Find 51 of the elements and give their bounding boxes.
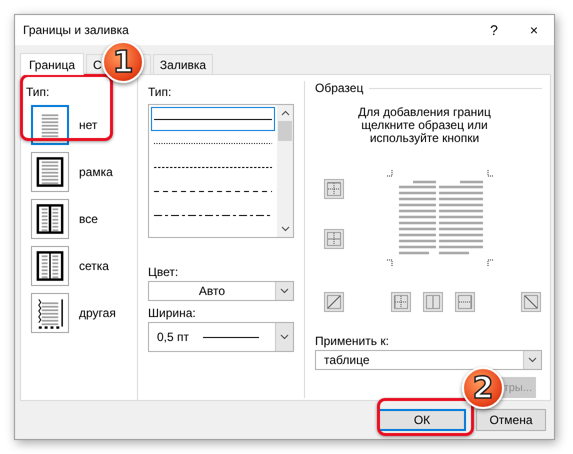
- right-border-button[interactable]: [455, 292, 475, 312]
- inner-horizontal-button[interactable]: [324, 229, 344, 249]
- line-style-icon: [154, 214, 272, 216]
- style-label: Тип:: [148, 85, 172, 99]
- color-dropdown[interactable]: Авто: [148, 281, 294, 301]
- scrollbar[interactable]: [277, 105, 293, 237]
- preset-label[interactable]: рамка: [79, 164, 113, 178]
- apply-to-label: Применить к:: [315, 334, 390, 348]
- line-sample: [203, 336, 260, 338]
- top-border-button[interactable]: [324, 179, 344, 199]
- line-style-icon: [154, 190, 272, 192]
- preset-label[interactable]: сетка: [79, 258, 109, 272]
- close-button[interactable]: ×: [514, 15, 554, 45]
- left-border-icon: [394, 295, 408, 310]
- type-label: Тип:: [26, 85, 50, 99]
- apply-to-dropdown[interactable]: таблице: [315, 350, 542, 370]
- width-label: Ширина:: [148, 306, 197, 320]
- line-style-icon: [154, 118, 272, 120]
- line-style-option[interactable]: [151, 107, 275, 131]
- group-title: Образец: [315, 81, 364, 95]
- diagonal-up-icon: [327, 295, 341, 310]
- width-dropdown[interactable]: 0,5 пт: [148, 322, 294, 352]
- preset-label[interactable]: нет: [79, 118, 98, 132]
- tab[interactable]: С: [86, 54, 103, 74]
- color-label: Цвет:: [148, 265, 180, 279]
- border-preset-button[interactable]: [31, 246, 69, 286]
- line-style-icon: [154, 166, 272, 168]
- ok-button[interactable]: ОК: [378, 409, 466, 431]
- left-border-button[interactable]: [391, 292, 411, 312]
- line-style-icon: [154, 142, 272, 144]
- inner-vertical-button[interactable]: [423, 292, 443, 312]
- border-preset-button[interactable]: [31, 292, 69, 332]
- line-style-list[interactable]: [148, 104, 294, 238]
- scroll-thumb[interactable]: [278, 121, 292, 141]
- border-preset-button[interactable]: [31, 198, 69, 238]
- right-border-icon: [458, 295, 472, 310]
- tab[interactable]: Заливка: [153, 54, 213, 74]
- diagonal-up-button[interactable]: [324, 292, 344, 312]
- inner-vertical-icon: [426, 295, 440, 310]
- border-preset-button[interactable]: [31, 152, 69, 192]
- tab[interactable]: Граница: [20, 53, 84, 75]
- help-button[interactable]: ?: [474, 15, 514, 45]
- inner-horizontal-icon: [327, 232, 341, 246]
- diagonal-down-icon: [524, 295, 538, 310]
- instruction-text: Для добавления границ щелкните образец или используйте кнопки: [357, 106, 492, 145]
- cancel-button[interactable]: Отмена: [476, 409, 546, 431]
- top-border-icon: [327, 182, 341, 196]
- window-title: Границы и заливка: [23, 23, 130, 37]
- preset-label[interactable]: все: [79, 212, 98, 226]
- preset-label[interactable]: другая: [79, 306, 116, 320]
- diagonal-down-button[interactable]: [521, 292, 541, 312]
